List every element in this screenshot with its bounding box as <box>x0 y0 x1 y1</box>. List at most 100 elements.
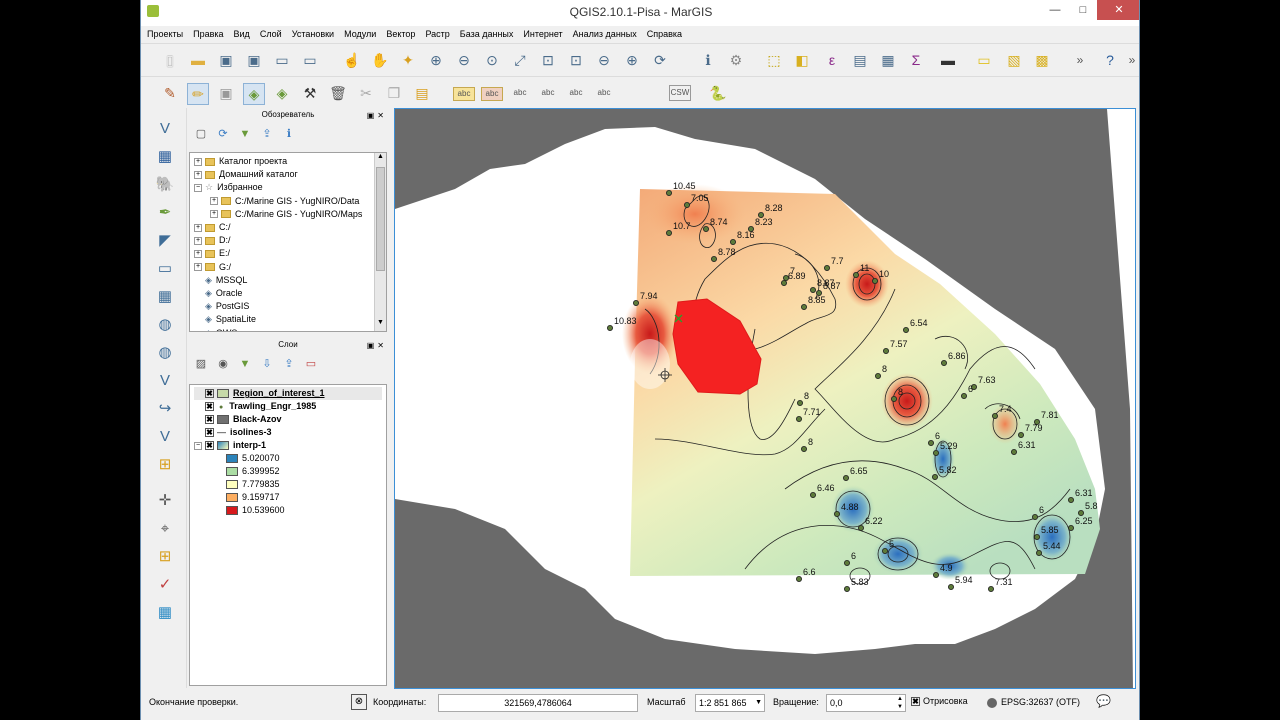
statistics-icon[interactable]: Σ <box>905 50 927 72</box>
node-tool-icon[interactable]: ⚒ <box>299 83 321 105</box>
expand-toggle-icon[interactable]: − <box>194 441 202 450</box>
label-pin-icon[interactable]: abc <box>481 87 503 101</box>
zoom-full-icon[interactable]: ⤢ <box>509 50 531 72</box>
identify-icon[interactable]: ℹ <box>697 50 719 72</box>
menu-raster[interactable]: Растр <box>419 26 453 41</box>
expand-toggle-icon[interactable]: + <box>194 223 202 232</box>
layer-visibility-checkbox[interactable]: ✖ <box>205 415 214 425</box>
add-vector-layer-icon[interactable]: V <box>153 118 177 140</box>
expand-toggle-icon[interactable] <box>194 429 202 437</box>
layer-item[interactable]: − ✖ interp-1 <box>194 439 382 452</box>
add-mssql-layer-icon[interactable]: ◤ <box>153 230 177 252</box>
browser-item[interactable]: ◈ PostGIS <box>194 300 249 313</box>
select-features-icon[interactable]: ⬚ <box>763 50 785 72</box>
add-selected-icon[interactable]: ▢ <box>193 126 209 142</box>
menu-edit[interactable]: Правка <box>187 26 227 41</box>
maximize-button[interactable]: □ <box>1069 0 1097 20</box>
add-wcs-layer-icon[interactable]: ◍ <box>153 314 177 336</box>
menu-analysis[interactable]: Анализ данных <box>567 26 641 41</box>
gps-tools-icon[interactable]: ⊞ <box>153 546 177 568</box>
help-icon[interactable]: ? <box>1099 50 1121 72</box>
layer-visibility-checkbox[interactable]: ✖ <box>205 402 214 412</box>
add-raster-layer-icon[interactable]: ▦ <box>153 146 177 168</box>
pan-to-selection-icon[interactable]: ✦ <box>397 50 419 72</box>
add-postgis-layer-icon[interactable]: 🐘 <box>153 174 177 196</box>
zoom-selection-icon[interactable]: ⊡ <box>537 50 559 72</box>
save-edits-icon[interactable]: ▣ <box>215 83 237 105</box>
toolbar-overflow-2-icon[interactable]: » <box>1121 50 1139 72</box>
layer-visibility-checkbox[interactable]: ✖ <box>205 428 214 438</box>
delete-selected-icon[interactable]: 🗑 <box>327 83 349 105</box>
menu-database[interactable]: База данных <box>454 26 518 41</box>
menu-web[interactable]: Интернет <box>517 26 566 41</box>
expand-toggle-icon[interactable]: − <box>194 184 202 193</box>
browser-item[interactable]: + E:/ <box>194 247 230 260</box>
browser-item[interactable]: ◈ MSSQL <box>194 274 247 287</box>
add-virtual-layer-icon[interactable]: ↪ <box>153 398 177 420</box>
expand-toggle-icon[interactable]: + <box>194 263 202 272</box>
label-move-icon[interactable]: abc <box>537 87 559 101</box>
browser-scrollbar[interactable]: ▲ ▼ <box>374 153 386 331</box>
add-feature-icon[interactable]: ◈ <box>243 83 265 105</box>
add-wfs-layer-icon[interactable]: ◍ <box>153 342 177 364</box>
menu-plugins[interactable]: Модули <box>338 26 380 41</box>
map-canvas[interactable]: 10.45 7.05 8.74 10.7 8.28 8.23 8.16 8.78 7 8.87 7.… <box>394 108 1136 689</box>
browser-item[interactable]: + C:/Marine GIS - YugNIRO/Maps <box>210 208 362 221</box>
copy-features-icon[interactable]: ❐ <box>383 83 405 105</box>
label-change-icon[interactable]: abc <box>593 87 615 101</box>
save-project-icon[interactable]: ▣ <box>215 50 237 72</box>
expand-toggle-icon[interactable]: + <box>210 210 218 219</box>
toolbar-overflow-icon[interactable]: » <box>1069 50 1091 72</box>
zoom-1to1-icon[interactable]: ⊙ <box>481 50 503 72</box>
label-show-hide-icon[interactable]: abc <box>509 87 531 101</box>
current-edits-icon[interactable]: ✎ <box>159 83 181 105</box>
layer-item[interactable]: ✖ Region_of_interest_1 <box>194 387 382 400</box>
georeferencer-icon[interactable]: ✛ <box>153 490 177 512</box>
paste-features-icon[interactable]: ▤ <box>411 83 433 105</box>
cut-features-icon[interactable]: ✂ <box>355 83 377 105</box>
crs-button[interactable]: EPSG:32637 (OTF) <box>987 697 1080 708</box>
add-spatialite-layer-icon[interactable]: ✒ <box>153 202 177 224</box>
refresh-browser-icon[interactable]: ⟳ <box>215 126 231 142</box>
menu-layer[interactable]: Слой <box>254 26 286 41</box>
layer-visibility-checkbox[interactable]: ✖ <box>205 389 214 399</box>
scale-select[interactable]: 1:2 851 865 ▼ <box>695 694 765 712</box>
expand-toggle-icon[interactable] <box>194 403 202 411</box>
add-group-icon[interactable]: ◉ <box>215 356 231 372</box>
menu-view[interactable]: Вид <box>228 26 254 41</box>
layer-item[interactable]: ✖ ● Trawling_Engr_1985 <box>194 400 382 413</box>
expand-toggle-icon[interactable] <box>194 390 202 398</box>
annotation-icon[interactable]: ▩ <box>1031 50 1053 72</box>
minimize-button[interactable]: — <box>1041 0 1069 20</box>
expand-toggle-icon[interactable]: + <box>194 157 202 166</box>
browser-item[interactable]: + C:/Marine GIS - YugNIRO/Data <box>210 195 359 208</box>
browser-item[interactable]: − ☆ Избранное <box>194 181 263 194</box>
close-button[interactable]: ✕ <box>1097 0 1139 20</box>
bookmark-icon[interactable]: ▧ <box>1003 50 1025 72</box>
expand-all-icon[interactable]: ⇩ <box>259 356 275 372</box>
browser-item[interactable]: + Каталог проекта <box>194 155 287 168</box>
print-composer-icon[interactable]: ▭ <box>271 50 293 72</box>
new-shapefile-icon[interactable]: V <box>153 426 177 448</box>
layer-item[interactable]: ✖ — isolines-3 <box>194 426 382 439</box>
attribute-table-icon[interactable]: ▤ <box>849 50 871 72</box>
expression-select-icon[interactable]: ε <box>821 50 843 72</box>
composer-manager-icon[interactable]: ▭ <box>299 50 321 72</box>
open-project-icon[interactable]: ▬ <box>187 50 209 72</box>
browser-item[interactable]: + Домашний каталог <box>194 168 298 181</box>
field-calculator-icon[interactable]: ▦ <box>877 50 899 72</box>
add-delimited-text-icon[interactable]: V <box>153 370 177 392</box>
pan-icon[interactable]: ✋ <box>369 50 391 72</box>
filter-browser-icon[interactable]: ▼ <box>237 126 253 142</box>
filter-legend-icon[interactable]: ▼ <box>237 356 253 372</box>
expand-toggle-icon[interactable]: + <box>194 170 202 179</box>
layer-visibility-checkbox[interactable]: ✖ <box>205 441 214 451</box>
expand-toggle-icon[interactable]: + <box>194 250 202 259</box>
touch-zoom-icon[interactable]: ☝ <box>341 50 363 72</box>
collapse-all-layers-icon[interactable]: ⇪ <box>281 356 297 372</box>
zoom-in-icon[interactable]: ⊕ <box>425 50 447 72</box>
menu-projects[interactable]: Проекты <box>141 26 187 41</box>
new-spatialite-icon[interactable]: ⊞ <box>153 454 177 476</box>
render-checkbox[interactable]: ✖ Отрисовка <box>911 696 968 707</box>
new-project-icon[interactable]: ▯ <box>159 50 181 72</box>
